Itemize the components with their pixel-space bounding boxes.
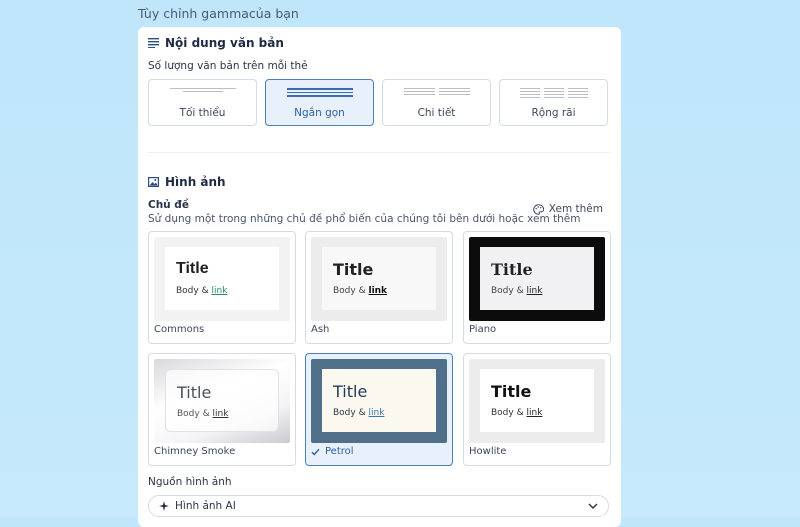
theme-ash-body: Body & link: [333, 286, 388, 296]
option-minimal-label: Tối thiểu: [179, 107, 226, 119]
theme-howlite-body: Body & link: [491, 408, 543, 418]
theme-piano[interactable]: Title Body & link Piano: [463, 231, 611, 344]
palette-icon: [533, 203, 544, 215]
theme-chimney-smoke-body: Body & link: [177, 409, 229, 419]
text-content-title-label: Nội dung văn bản: [165, 36, 284, 50]
images-title: Hình ảnh: [148, 175, 226, 189]
page-heading: Tùy chỉnh gammacủa bạn: [138, 6, 299, 21]
images-title-label: Hình ảnh: [165, 175, 226, 189]
theme-commons-name: Commons: [154, 324, 205, 335]
option-extensive[interactable]: Rộng rãi: [499, 79, 608, 126]
theme-petrol-name: Petrol: [311, 446, 354, 457]
image-source-label: Nguồn hình ảnh: [148, 476, 232, 488]
theme-howlite-title: Title: [491, 382, 532, 401]
option-detailed-label: Chi tiết: [417, 107, 456, 119]
theme-piano-title: Title: [491, 260, 533, 279]
sparkle-icon: [159, 501, 169, 511]
option-concise-label: Ngắn gọn: [294, 107, 345, 119]
option-concise[interactable]: Ngắn gọn: [265, 79, 374, 126]
see-more-label: Xem thêm: [548, 203, 603, 215]
settings-panel: Nội dung văn bản Số lượng văn bản trên m…: [138, 27, 621, 527]
chevron-down-icon: [588, 503, 598, 509]
theme-commons-body: Body & link: [176, 286, 228, 296]
theme-chimney-smoke-name: Chimney Smoke: [154, 446, 236, 457]
image-source-select[interactable]: Hình ảnh AI: [148, 495, 609, 517]
option-extensive-label: Rộng rãi: [531, 107, 576, 119]
theme-piano-body: Body & link: [491, 286, 543, 296]
theme-howlite-name: Howlite: [469, 446, 507, 457]
theme-commons-title: Title: [176, 260, 209, 277]
text-content-title: Nội dung văn bản: [148, 36, 284, 50]
theme-ash-title: Title: [333, 260, 374, 279]
theme-petrol-title: Title: [333, 382, 368, 401]
option-detailed[interactable]: Chi tiết: [382, 79, 491, 126]
theme-howlite[interactable]: Title Body & link Howlite: [463, 353, 611, 466]
amount-label: Số lượng văn bản trên mỗi thẻ: [148, 60, 308, 72]
image-source-value: Hình ảnh AI: [175, 500, 236, 512]
theme-label: Chủ đề: [148, 199, 189, 211]
theme-chimney-smoke-title: Title: [177, 383, 212, 402]
theme-piano-name: Piano: [469, 324, 497, 335]
theme-petrol-body: Body & link: [333, 408, 385, 418]
theme-hint: Sử dụng một trong những chủ đề phổ biến …: [148, 213, 581, 225]
text-lines-icon: [148, 38, 159, 48]
theme-commons[interactable]: Title Body & link Commons: [148, 231, 296, 344]
option-minimal[interactable]: Tối thiểu: [148, 79, 257, 126]
theme-ash[interactable]: Title Body & link Ash: [305, 231, 453, 344]
check-icon: [311, 448, 320, 456]
see-more-button[interactable]: Xem thêm: [533, 203, 603, 215]
theme-chimney-smoke[interactable]: Title Body & link Chimney Smoke: [148, 353, 296, 466]
section-divider: [148, 152, 611, 153]
image-icon: [148, 177, 159, 187]
theme-ash-name: Ash: [311, 324, 330, 335]
theme-petrol[interactable]: Title Body & link Petrol: [305, 353, 453, 466]
